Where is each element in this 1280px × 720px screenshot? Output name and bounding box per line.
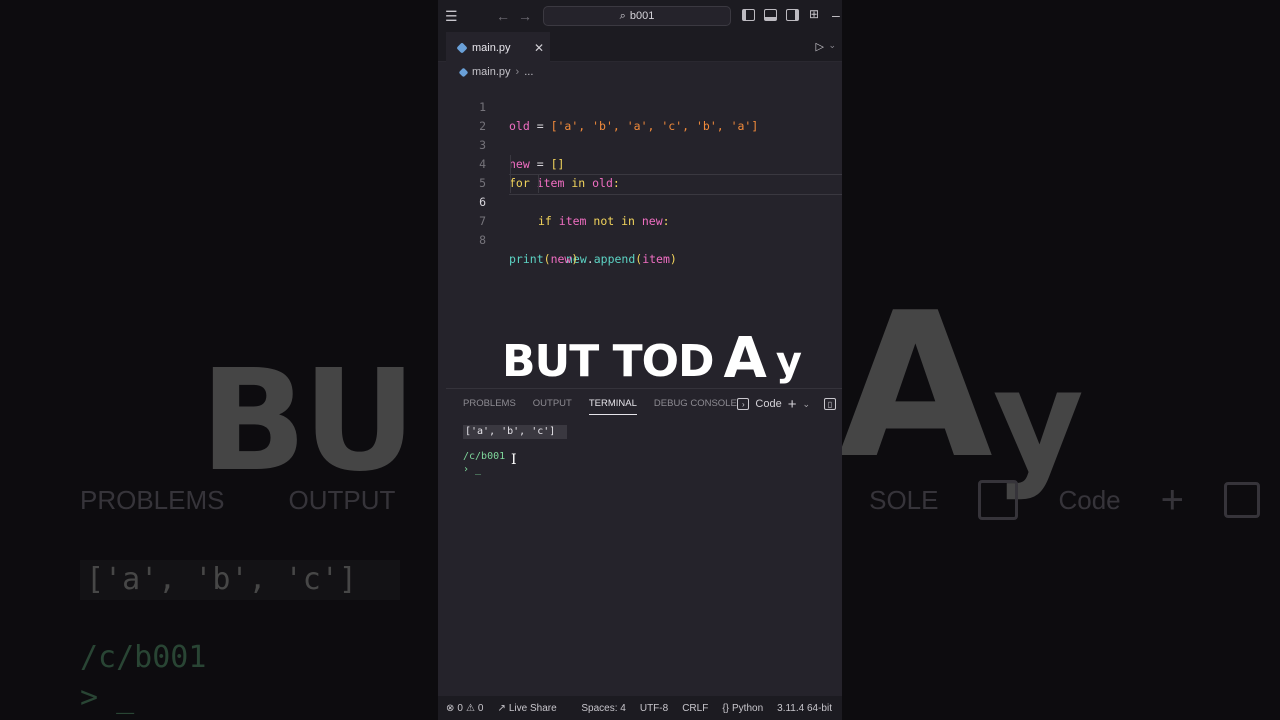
indentation-status[interactable]: Spaces: 4 [581,703,625,714]
bottom-panel: PROBLEMS OUTPUT TERMINAL DEBUG CONSOLE ›… [446,388,842,688]
terminal-profile-label[interactable]: Code [755,398,781,410]
search-icon: ⌕ [619,9,626,22]
terminal[interactable]: ['a', 'b', 'c'] /c/b001 › _ I [446,419,842,475]
chevron-down-icon[interactable]: ⌄ [802,399,810,410]
code-line: 3 new = [] [438,117,842,171]
chevron-down-icon[interactable]: ⌄ [828,40,836,51]
terminal-icon: › [737,398,750,410]
tab-terminal[interactable]: TERMINAL [588,389,637,419]
tab-problems[interactable]: PROBLEMS [463,389,516,419]
code-line: 7 [438,193,842,228]
language-status[interactable]: {} Python [722,703,763,714]
text-cursor-icon: I [511,452,517,468]
forward-arrow-icon[interactable]: → [518,8,532,24]
breadcrumb-more[interactable]: ... [524,66,533,78]
warning-count: 0 [477,702,484,714]
warning-icon: ⚠ [465,702,475,714]
video-caption: BUT TOD A y [502,326,802,391]
caption-part-1: BUT TOD [502,336,715,387]
breadcrumb-file[interactable]: main.py [472,66,511,78]
code-line: 4 for item in old: [438,136,842,190]
run-icon[interactable]: ▷ [816,40,824,53]
editor-tab-bar: main.py ✕ ▷ ⌄ [438,32,842,62]
error-icon: ⊗ [446,702,455,714]
minimize-icon[interactable]: – [832,7,840,23]
python-file-icon [456,41,468,54]
line-number: 8 [479,233,486,247]
error-count: 0 [457,702,463,714]
tab-debug-console[interactable]: DEBUG CONSOLE [654,389,737,419]
search-text: b001 [629,10,655,22]
code-line: 5 if item not in new: [438,155,842,228]
panel-tabs: PROBLEMS OUTPUT TERMINAL DEBUG CONSOLE ›… [446,389,842,419]
live-share-status[interactable]: ↗ Live Share [497,703,556,714]
encoding-status[interactable]: UTF-8 [640,703,668,714]
caption-part-2: A [723,326,767,391]
code-line: 8 print(new) [438,212,842,266]
problems-status[interactable]: ⊗ 0 ⚠ 0 [446,703,483,714]
back-arrow-icon[interactable]: ← [496,8,510,24]
editor-window: ☰ ← → ⌕ b001 ⊞ – main.py ✕ ▷ ⌄ main.py ›… [438,0,842,720]
braces-icon: {} [722,702,729,714]
tab-main-py[interactable]: main.py ✕ [446,32,550,62]
plus-icon[interactable]: + [788,396,797,413]
command-search[interactable]: ⌕ b001 [543,6,731,26]
split-terminal-icon[interactable]: ▯ [824,398,836,410]
close-icon[interactable]: ✕ [534,41,544,55]
menu-icon[interactable]: ☰ [445,8,458,25]
toggle-secondary-sidebar-icon[interactable] [786,9,799,21]
code-line: 1 old = ['a', 'b', 'a', 'c', 'b', 'a'] [438,79,842,133]
live-share-icon: ↗ [497,702,506,714]
title-bar: ☰ ← → ⌕ b001 ⊞ – [438,0,842,32]
tab-label: main.py [472,41,511,54]
caption-part-3: y [775,339,802,385]
eol-status[interactable]: CRLF [682,703,708,714]
customize-layout-icon[interactable]: ⊞ [809,7,819,21]
live-share-label: Live Share [508,702,557,714]
python-file-icon [458,67,469,77]
code-line-active: 6 new.append(item) [438,174,842,266]
chevron-right-icon: › [515,66,520,78]
toggle-sidebar-icon[interactable] [742,9,755,21]
code-editor[interactable]: 1 old = ['a', 'b', 'a', 'c', 'b', 'a'] 2… [438,79,842,266]
terminal-prompt: › _ [463,464,482,475]
panel-actions: › Code + ⌄ ▯ [737,389,836,419]
terminal-output: ['a', 'b', 'c'] [463,425,568,439]
toggle-panel-icon[interactable] [764,9,777,21]
terminal-path: /c/b001 [463,451,506,462]
tab-output[interactable]: OUTPUT [533,389,572,419]
interpreter-status[interactable]: 3.11.4 64-bit [777,703,832,714]
language-label: Python [732,702,764,714]
code-line: 2 [438,98,842,133]
status-bar: ⊗ 0 ⚠ 0 ↗ Live Share Spaces: 4 UTF-8 CRL… [438,696,842,720]
